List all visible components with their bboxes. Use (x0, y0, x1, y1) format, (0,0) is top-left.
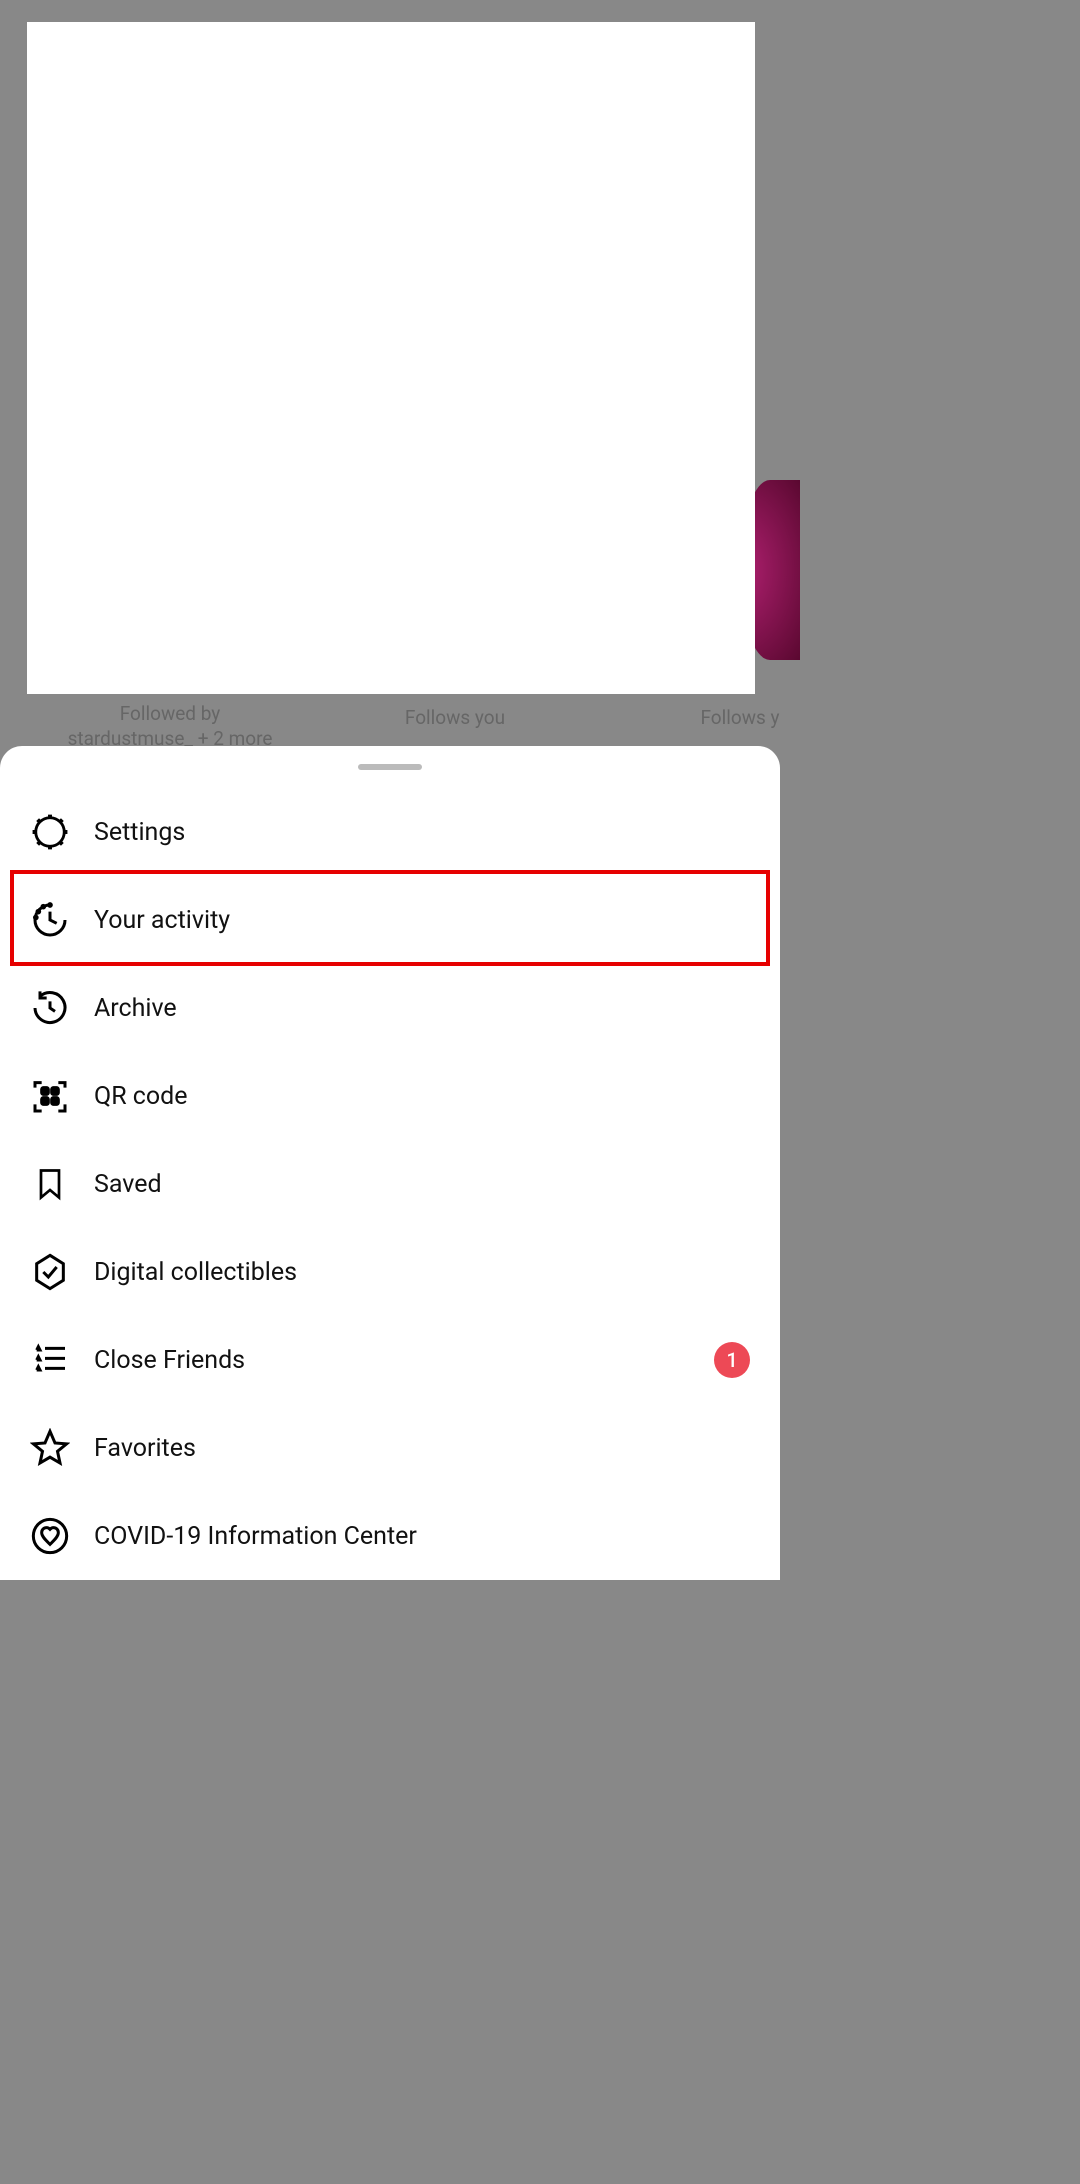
menu-label: Close Friends (94, 1346, 245, 1375)
bookmark-icon (30, 1164, 70, 1204)
menu-label: Saved (94, 1170, 162, 1199)
menu-label: COVID-19 Information Center (94, 1522, 417, 1551)
follows-you-text-2: Follows y (650, 706, 830, 729)
menu-item-settings[interactable]: Settings (0, 788, 780, 876)
notification-badge: 1 (714, 1342, 750, 1378)
qr-icon (30, 1076, 70, 1116)
follows-you-text-1: Follows you (350, 706, 560, 729)
menu-label: Settings (94, 818, 185, 847)
menu-item-favorites[interactable]: Favorites (0, 1404, 780, 1492)
menu-item-your-activity[interactable]: Your activity (0, 876, 780, 964)
menu-label: Your activity (94, 906, 230, 935)
sheet-grabber[interactable] (358, 764, 422, 770)
menu-item-qr-code[interactable]: QR code (0, 1052, 780, 1140)
followed-by-text: Followed by stardustmuse_ + 2 more (55, 702, 285, 751)
white-overlay (27, 22, 755, 694)
menu-list: Settings Your activity (0, 788, 780, 1580)
menu-label: QR code (94, 1082, 188, 1111)
menu-label: Digital collectibles (94, 1258, 297, 1287)
menu-item-close-friends[interactable]: Close Friends 1 (0, 1316, 780, 1404)
menu-item-covid-info[interactable]: COVID-19 Information Center (0, 1492, 780, 1580)
menu-label: Archive (94, 994, 177, 1023)
heart-circle-icon (30, 1516, 70, 1556)
archive-icon (30, 988, 70, 1028)
menu-item-digital-collectibles[interactable]: Digital collectibles (0, 1228, 780, 1316)
star-list-icon (30, 1340, 70, 1380)
menu-bottom-sheet: Settings Your activity (0, 746, 780, 1580)
settings-icon (30, 812, 70, 852)
star-icon (30, 1428, 70, 1468)
hexagon-check-icon (30, 1252, 70, 1292)
menu-item-archive[interactable]: Archive (0, 964, 780, 1052)
menu-item-saved[interactable]: Saved (0, 1140, 780, 1228)
activity-icon (30, 900, 70, 940)
menu-label: Favorites (94, 1434, 196, 1463)
